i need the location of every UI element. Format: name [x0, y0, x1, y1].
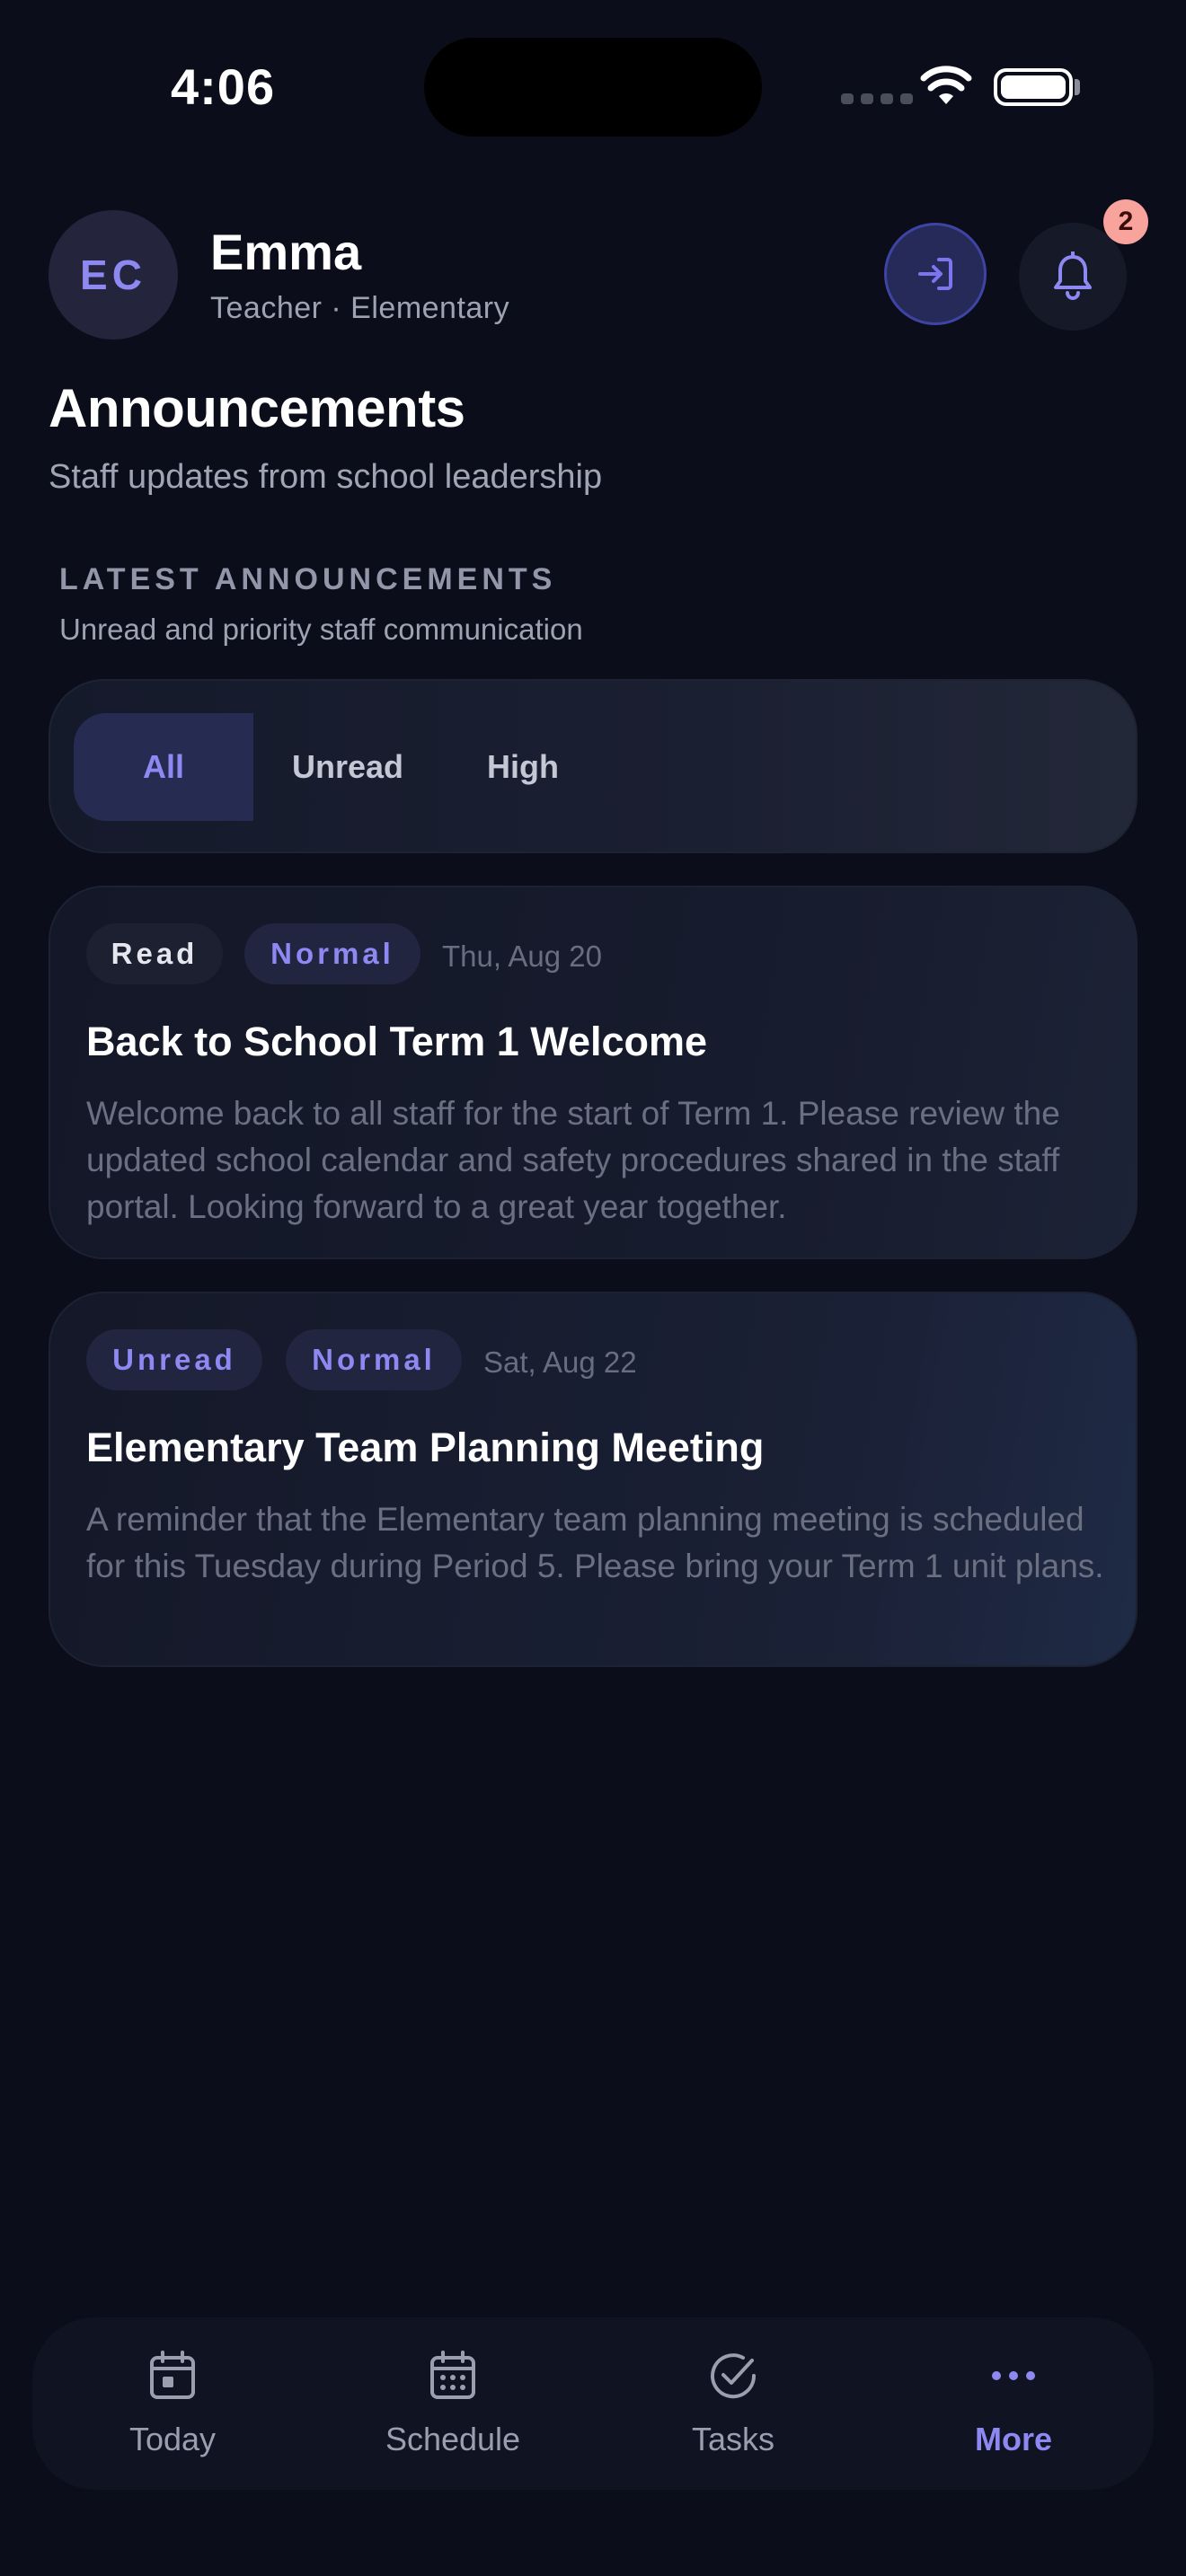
announcement-title: Back to School Term 1 Welcome [86, 1019, 708, 1064]
section-label: LATEST ANNOUNCEMENTS [59, 562, 557, 596]
priority-badge: Normal [286, 1329, 462, 1390]
announcement-body: A reminder that the Elementary team plan… [86, 1501, 1104, 1584]
nav-tasks[interactable]: Tasks [593, 2317, 873, 2490]
user-name: Emma [210, 224, 362, 280]
avatar[interactable]: EC [49, 210, 178, 340]
battery-nub [1075, 79, 1080, 95]
announcement-date: Sat, Aug 22 [483, 1345, 637, 1379]
filter-tab-all[interactable]: All [74, 713, 253, 821]
nav-label: Tasks [691, 2421, 775, 2457]
nav-label: More [974, 2421, 1052, 2457]
nav-label: Today [128, 2421, 217, 2457]
cellular-signal-icon [841, 93, 913, 104]
page-title: Announcements [49, 378, 465, 438]
page-subtitle: Staff updates from school leadership [49, 458, 603, 496]
bottom-navigation: Today Schedule Tasks More [32, 2317, 1154, 2490]
check-circle-icon [706, 2349, 760, 2403]
announcement-card[interactable]: Unread Normal Sat, Aug 22 Elementary Tea… [49, 1292, 1137, 1667]
calendar-grid-icon [426, 2349, 480, 2403]
nav-schedule[interactable]: Schedule [313, 2317, 593, 2490]
section-sublabel: Unread and priority staff communication [59, 613, 583, 646]
bell-icon [1054, 251, 1092, 300]
filter-tabs: All Unread High [49, 679, 1137, 853]
more-dots-icon [987, 2349, 1040, 2403]
filter-tab-high[interactable]: High [442, 713, 604, 821]
nav-today[interactable]: Today [32, 2317, 313, 2490]
battery-icon [994, 68, 1073, 106]
status-time: 4:06 [171, 58, 276, 115]
announcement-title: Elementary Team Planning Meeting [86, 1425, 765, 1470]
sign-in-icon [918, 258, 952, 290]
calendar-day-icon [146, 2349, 199, 2403]
filter-tab-unread[interactable]: Unread [253, 713, 442, 821]
announcements-screen: 4:06 EC Emma Teacher · Elementary 2 Anno… [0, 0, 1186, 2576]
sign-in-button[interactable] [884, 223, 987, 325]
unread-status-badge: Unread [86, 1329, 262, 1390]
notification-badge: 2 [1103, 199, 1148, 244]
announcement-body: Welcome back to all staff for the start … [86, 1095, 1060, 1225]
announcement-date: Thu, Aug 20 [442, 940, 602, 973]
wifi-icon [920, 66, 972, 104]
nav-label: Schedule [385, 2421, 521, 2457]
announcement-card[interactable]: Read Normal Thu, Aug 20 Back to School T… [49, 886, 1137, 1259]
nav-more[interactable]: More [873, 2317, 1154, 2490]
dynamic-island [424, 38, 762, 137]
read-status-badge: Read [86, 923, 223, 984]
priority-badge: Normal [244, 923, 420, 984]
user-role: Teacher · Elementary [210, 291, 510, 325]
